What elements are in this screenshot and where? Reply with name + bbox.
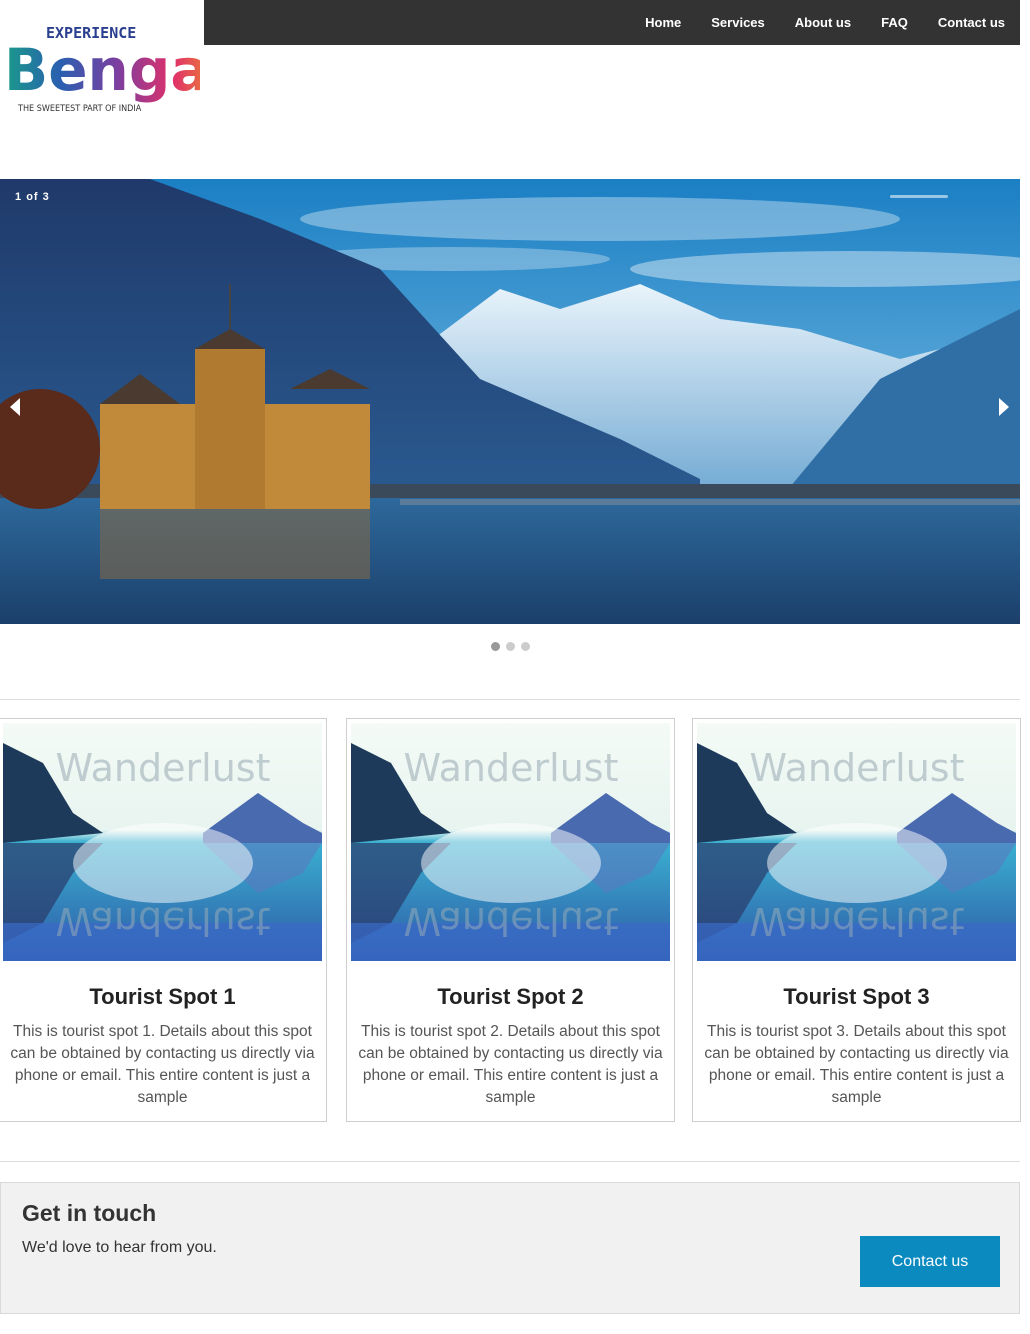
- section-divider: [0, 699, 1020, 700]
- card-title: Tourist Spot 2: [437, 984, 584, 1009]
- slide-image-castle-lake: [0, 179, 1020, 624]
- nav-home[interactable]: Home: [645, 15, 681, 30]
- logo-graphic: EXPERIENCE Bengal THE SWEETEST PART OF I…: [4, 24, 229, 114]
- card-image: Wanderlust Wanderlust: [697, 723, 1016, 961]
- nav-contact-us[interactable]: Contact us: [938, 15, 1005, 30]
- card-description: This is tourist spot 3. Details about th…: [704, 1023, 1009, 1106]
- card-image: Wanderlust Wanderlust: [351, 723, 670, 961]
- nav-faq[interactable]: FAQ: [881, 15, 908, 30]
- main-navbar: Home Services About us FAQ Contact us: [204, 0, 1020, 45]
- nav-services[interactable]: Services: [711, 15, 765, 30]
- slide-of-label: of: [26, 191, 39, 203]
- wanderlust-image: Wanderlust Wanderlust: [697, 723, 1016, 961]
- slider-prev-arrow-icon[interactable]: [10, 398, 20, 416]
- card-image-caption: Wanderlust: [56, 746, 271, 790]
- card-image: Wanderlust Wanderlust: [3, 723, 322, 961]
- slide-counter: 1 of 3: [15, 191, 50, 203]
- hero-slider[interactable]: 1 of 3: [0, 179, 1020, 624]
- card-description: This is tourist spot 2. Details about th…: [358, 1023, 663, 1106]
- logo-main-text: Bengal: [4, 36, 200, 104]
- card-title: Tourist Spot 1: [89, 984, 236, 1009]
- tourist-spot-card-2[interactable]: Wanderlust Wanderlust Tourist Spot 2 Thi…: [346, 718, 675, 1122]
- card-image-caption: Wanderlust: [750, 746, 965, 790]
- slider-dot-2[interactable]: [505, 642, 515, 651]
- nav-about-us[interactable]: About us: [795, 15, 851, 30]
- slide-current: 1: [15, 191, 23, 203]
- cta-subtitle: We'd love to hear from you.: [22, 1239, 217, 1256]
- slide-progress-bar: [890, 195, 948, 198]
- logo-tagline: THE SWEETEST PART OF INDIA: [17, 104, 142, 114]
- section-divider: [0, 1161, 1020, 1162]
- tourist-spot-card-3[interactable]: Wanderlust Wanderlust Tourist Spot 3 Thi…: [692, 718, 1021, 1122]
- card-description: This is tourist spot 1. Details about th…: [10, 1023, 315, 1106]
- card-image-caption-reflection: Wanderlust: [404, 899, 619, 943]
- cta-title: Get in touch: [22, 1200, 157, 1226]
- card-image-caption: Wanderlust: [404, 746, 619, 790]
- card-title: Tourist Spot 3: [783, 984, 930, 1009]
- slide-total: 3: [42, 191, 50, 203]
- contact-us-button[interactable]: Contact us: [860, 1236, 1000, 1287]
- site-logo[interactable]: EXPERIENCE Bengal THE SWEETEST PART OF I…: [4, 8, 229, 126]
- wanderlust-image: Wanderlust Wanderlust: [351, 723, 670, 961]
- slider-next-arrow-icon[interactable]: [999, 398, 1009, 416]
- tourist-spot-card-1[interactable]: Wanderlust Wanderlust Tourist Spot 1 Thi…: [0, 718, 327, 1122]
- wanderlust-image: Wanderlust Wanderlust: [3, 723, 322, 961]
- slider-dot-3[interactable]: [520, 642, 530, 651]
- slider-dot-1[interactable]: [490, 642, 500, 651]
- card-image-caption-reflection: Wanderlust: [56, 899, 271, 943]
- site-header: EXPERIENCE Bengal THE SWEETEST PART OF I…: [0, 0, 1030, 130]
- get-in-touch-section: Get in touch We'd love to hear from you.…: [0, 1182, 1020, 1314]
- slider-pagination: [0, 642, 1020, 651]
- card-image-caption-reflection: Wanderlust: [750, 899, 965, 943]
